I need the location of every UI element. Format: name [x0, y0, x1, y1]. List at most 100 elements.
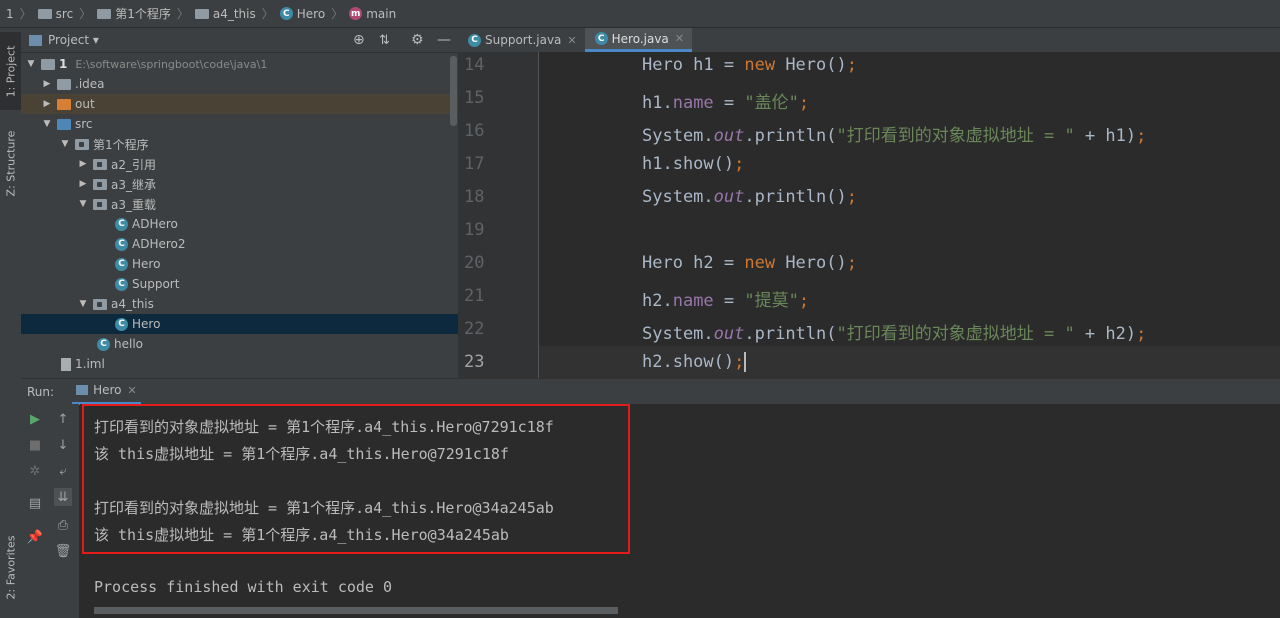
code-line[interactable]: System.out.println("打印看到的对象虚拟地址 = " + h1…: [642, 121, 1146, 146]
class-icon: C: [115, 257, 128, 271]
tree-item-idea[interactable]: ▶ .idea: [21, 74, 446, 94]
folder-icon: [57, 78, 71, 90]
folder-icon: [37, 8, 52, 19]
tree-item-adhero[interactable]: C ADHero: [21, 214, 446, 234]
tab-project[interactable]: 1: Project: [0, 32, 21, 110]
collapsed-arrow-icon[interactable]: ▶: [77, 179, 89, 189]
line-number: 17: [464, 154, 485, 174]
expanded-arrow-icon[interactable]: ▼: [41, 119, 53, 129]
console-output[interactable]: 打印看到的对象虚拟地址 = 第1个程序.a4_this.Hero@7291c18…: [80, 404, 1280, 618]
class-icon: C: [468, 33, 481, 47]
method-icon: m: [349, 7, 363, 20]
close-icon[interactable]: ✕: [127, 384, 136, 397]
rerun-icon[interactable]: ▶: [26, 410, 44, 428]
code-line[interactable]: Hero h1 = new Hero();: [642, 55, 857, 75]
tree-item-out[interactable]: ▶ out: [21, 94, 458, 114]
breadcrumb-item-src[interactable]: src: [37, 7, 73, 21]
breadcrumb-item-method[interactable]: m main: [349, 7, 396, 21]
expanded-arrow-icon[interactable]: ▼: [25, 59, 37, 69]
iml-file-icon: [61, 357, 71, 371]
package-icon: [93, 198, 107, 210]
expanded-arrow-icon[interactable]: ▼: [77, 199, 89, 209]
breadcrumb: 1 〉 src 〉 第1个程序〉 a4_this 〉 C Hero 〉 m main: [0, 0, 1280, 28]
tree-item-hero-a3[interactable]: C Hero: [21, 254, 446, 274]
collapsed-arrow-icon[interactable]: ▶: [77, 159, 89, 169]
code-line[interactable]: System.out.println("打印看到的对象虚拟地址 = " + h2…: [642, 319, 1146, 344]
code-line-current[interactable]: h2.show();: [642, 352, 747, 372]
project-view-icon: [29, 34, 42, 46]
tree-item-hello[interactable]: C hello: [21, 334, 446, 354]
line-number: 21: [464, 286, 485, 306]
console-line: 该 this虚拟地址 = 第1个程序.a4_this.Hero@7291c18f: [94, 445, 509, 463]
excluded-folder-icon: [57, 98, 71, 110]
code-line[interactable]: h1.show();: [642, 154, 744, 174]
tree-item-root[interactable]: ▼ 1 E:\software\springboot\code\java\1: [21, 54, 446, 74]
soft-wrap-icon[interactable]: ⤶: [54, 462, 72, 480]
line-number: 19: [464, 220, 485, 240]
tree-item-src[interactable]: ▼ src: [21, 114, 446, 134]
tree-item-hero-a4-selected[interactable]: C Hero: [21, 314, 458, 334]
project-view-selector[interactable]: Project ▾: [48, 33, 99, 47]
scroll-to-end-icon[interactable]: ⇊: [54, 488, 72, 506]
print-icon[interactable]: ⎙: [54, 516, 72, 534]
class-icon: C: [115, 217, 128, 231]
tab-structure[interactable]: Z: Structure: [0, 118, 21, 208]
close-icon[interactable]: ✕: [567, 34, 576, 47]
tab-support-java[interactable]: C Support.java ✕: [458, 28, 585, 52]
down-arrow-icon[interactable]: ↓: [54, 436, 72, 454]
code-line[interactable]: h1.name = "盖伦";: [642, 88, 809, 113]
stop-icon[interactable]: ■: [26, 436, 44, 454]
tree-item-iml[interactable]: 1.iml: [21, 354, 446, 374]
tree-item-a3-overload[interactable]: ▼ a3_重载: [21, 194, 446, 214]
code-editor[interactable]: Hero h1 = new Hero(); h1.name = "盖伦"; Sy…: [539, 52, 1280, 379]
line-number: 14: [464, 55, 485, 75]
breadcrumb-item-root[interactable]: 1: [6, 7, 14, 21]
collapsed-arrow-icon[interactable]: ▶: [41, 79, 53, 89]
code-line[interactable]: Hero h2 = new Hero();: [642, 253, 857, 273]
trash-icon[interactable]: 🗑: [54, 542, 72, 560]
folder-icon: [97, 8, 112, 19]
locate-icon[interactable]: ⊕: [353, 32, 365, 48]
console-line: 该 this虚拟地址 = 第1个程序.a4_this.Hero@34a245ab: [94, 526, 509, 544]
close-icon[interactable]: ✕: [675, 32, 684, 45]
breadcrumb-item-package[interactable]: 第1个程序: [97, 5, 171, 22]
tree-item-adhero2[interactable]: C ADHero2: [21, 234, 446, 254]
module-folder-icon: [41, 58, 55, 70]
tree-item-a4-this[interactable]: ▼ a4_this: [21, 294, 446, 314]
console-line-exit: Process finished with exit code 0: [94, 578, 393, 596]
tab-favorites[interactable]: 2: Favorites: [0, 522, 21, 612]
line-number: 16: [464, 121, 485, 141]
console-horizontal-scrollbar[interactable]: [94, 607, 618, 614]
class-icon: C: [115, 237, 128, 251]
debug-icon[interactable]: ✲: [26, 462, 44, 480]
hide-icon[interactable]: —: [437, 32, 451, 48]
up-arrow-icon[interactable]: ↑: [54, 410, 72, 428]
line-number-current: 23: [464, 352, 485, 372]
run-label: Run:: [27, 384, 55, 399]
console-line: 打印看到的对象虚拟地址 = 第1个程序.a4_this.Hero@34a245a…: [94, 499, 554, 517]
tree-item-a2[interactable]: ▶ a2_引用: [21, 154, 446, 174]
expanded-arrow-icon[interactable]: ▼: [59, 139, 71, 149]
project-scrollbar[interactable]: [450, 56, 457, 126]
breadcrumb-item-subpackage[interactable]: a4_this: [194, 7, 256, 21]
line-number: 22: [464, 319, 485, 339]
pin-icon[interactable]: 📌: [26, 528, 44, 546]
gear-icon[interactable]: ⚙: [411, 32, 424, 48]
expanded-arrow-icon[interactable]: ▼: [77, 299, 89, 309]
code-line[interactable]: h2.name = "提莫";: [642, 286, 809, 311]
layout-icon[interactable]: ▤: [26, 494, 44, 512]
project-panel: Project ▾ ⊕ ⇅ ⚙ — ▼ 1 E:\software\spring…: [21, 28, 458, 378]
line-number: 15: [464, 88, 485, 108]
tree-item-a3-inherit[interactable]: ▶ a3_继承: [21, 174, 446, 194]
run-toolbar: ▶ ↑ ■ ↓ ✲ ⤶ ▤ ⇊ 📌 ⎙ 🗑: [21, 404, 79, 618]
run-config-icon: [76, 385, 89, 395]
collapse-icon[interactable]: ⇅: [379, 33, 390, 48]
breadcrumb-item-class[interactable]: C Hero: [279, 7, 325, 21]
tree-item-support[interactable]: C Support: [21, 274, 446, 294]
run-tab[interactable]: Hero ✕: [72, 379, 141, 405]
tab-hero-java[interactable]: C Hero.java ✕: [584, 28, 693, 52]
collapsed-arrow-icon[interactable]: ▶: [41, 99, 53, 109]
editor-tabs: C Support.java ✕ C Hero.java ✕: [458, 28, 1280, 53]
code-line[interactable]: System.out.println();: [642, 187, 857, 207]
tree-item-package[interactable]: ▼ 第1个程序: [21, 134, 446, 154]
